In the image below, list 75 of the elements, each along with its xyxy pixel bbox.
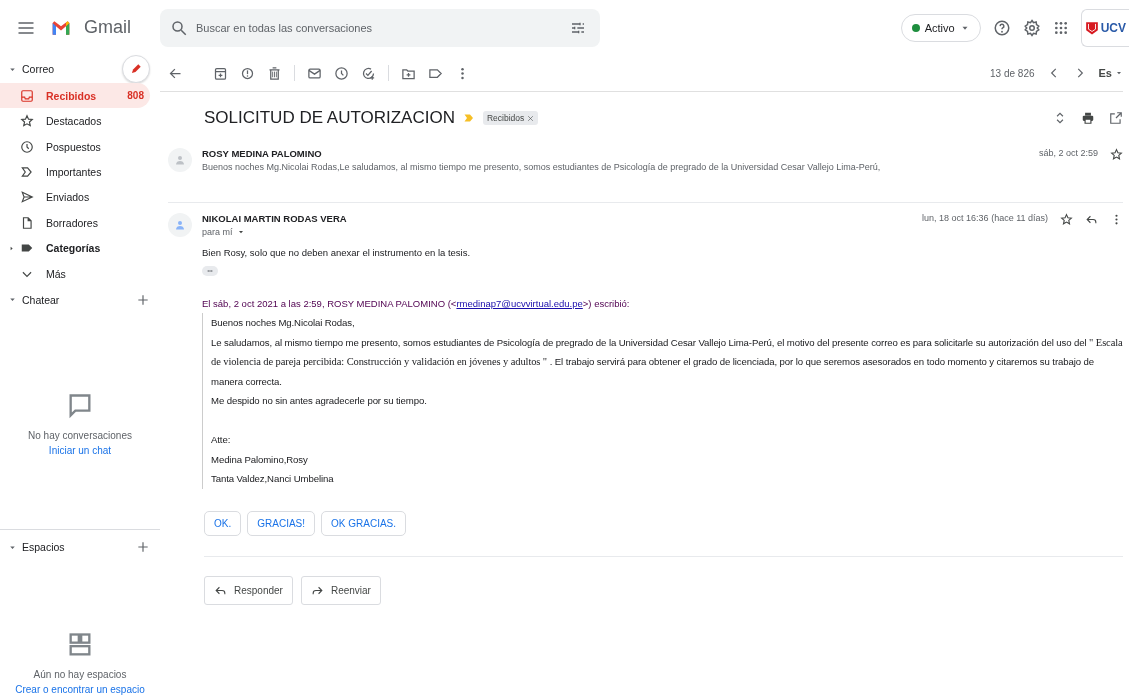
reply-button[interactable]: Responder xyxy=(204,575,293,605)
sidebar-item[interactable]: Categorías xyxy=(0,235,150,261)
app-name: Gmail xyxy=(84,17,131,38)
draft-icon xyxy=(20,215,34,230)
inbox-icon xyxy=(20,88,34,103)
quote-attribution: El sáb, 2 oct 2021 a las 2:59, ROSY MEDINA PALOMINO (<rmedinap7@ucvvirtual.edu.pe>) escribió: xyxy=(202,298,631,309)
email-subject: SOLICITUD DE AUTORIZACION xyxy=(204,108,455,128)
link[interactable]: Iniciar un chat xyxy=(48,444,112,456)
importance-marker-icon xyxy=(462,112,475,124)
quoted-paragraph: Me despido no sin antes agradecerle por su tiempo. xyxy=(211,394,428,408)
archive-icon[interactable] xyxy=(213,65,228,81)
sender-name: ROSY MEDINA PALOMINO xyxy=(202,148,323,159)
recipient-toggle[interactable]: para mí xyxy=(202,227,347,237)
quoted-paragraph: Tanta Valdez,Nanci Umbelina xyxy=(211,472,335,486)
search-field[interactable]: Buscar en todas las conversaciones xyxy=(160,8,600,47)
quoted-paragraph: Buenos noches Mg.Nicolai Rodas, xyxy=(211,316,356,330)
star-icon xyxy=(20,114,34,129)
trash-icon[interactable] xyxy=(267,65,282,81)
sidebar-item[interactable]: Destacados xyxy=(0,108,150,134)
caret-icon xyxy=(236,228,245,236)
apps-icon[interactable] xyxy=(1052,19,1069,36)
important-icon xyxy=(20,164,34,179)
sidebar-item[interactable]: Más xyxy=(0,260,150,287)
message-date: lun, 18 oct 16:36 (hace 11 días) xyxy=(922,213,1048,223)
sidebar-item[interactable]: Importantes xyxy=(0,159,150,185)
link[interactable]: Crear o encontrar un espacio xyxy=(15,684,145,695)
reply-icon[interactable] xyxy=(1085,213,1098,226)
mail-icon[interactable] xyxy=(307,65,322,81)
new-window-icon[interactable] xyxy=(1109,111,1123,125)
spam-icon[interactable] xyxy=(240,65,255,81)
person-icon xyxy=(174,219,186,231)
pagination-text: 13 de 826 xyxy=(990,67,1035,79)
caret-icon xyxy=(1115,69,1123,77)
input-language-button[interactable]: Es xyxy=(1098,67,1123,79)
label-chip[interactable]: Recibidos xyxy=(482,111,539,125)
empty-state-text: No hay conversaciones xyxy=(28,429,132,441)
sidebar-item[interactable]: Pospuestos xyxy=(0,133,150,160)
message-date: sáb, 2 oct 2:59 xyxy=(1038,148,1098,158)
status-button[interactable]: Activo xyxy=(900,13,981,42)
empty-state-text: Aún no hay espacios xyxy=(33,669,127,681)
message-snippet: Buenos noches Mg.Nicolai Rodas,Le saludamos, al mismo tiempo me presento, somos estudiantes de Psicología de pregrado de la Universidad Cesar Vallejo Lima-Perú, xyxy=(202,162,881,172)
section-toggle[interactable]: Espacios xyxy=(8,541,65,554)
section-toggle[interactable]: Chatear xyxy=(8,293,60,306)
sidebar-item[interactable]: Enviados xyxy=(0,184,150,211)
help-icon[interactable] xyxy=(992,18,1011,37)
sender-name: NIKOLAI MARTIN RODAS VERA xyxy=(202,213,347,224)
show-trimmed-content-button[interactable] xyxy=(202,266,218,276)
logo-text: UCV xyxy=(1100,20,1126,35)
star-icon[interactable] xyxy=(1060,213,1073,226)
forward-button[interactable]: Reenviar xyxy=(300,575,381,605)
clock-icon[interactable] xyxy=(334,65,349,81)
settings-icon[interactable] xyxy=(1022,18,1041,37)
remove-label-icon[interactable] xyxy=(527,114,535,122)
sidebar-item[interactable]: Borradores xyxy=(0,210,150,236)
smart-reply-button[interactable]: OK. xyxy=(204,510,242,536)
sidebar-item[interactable]: Recibidos 808 xyxy=(0,83,150,109)
print-icon[interactable] xyxy=(1081,111,1095,125)
star-icon[interactable] xyxy=(1110,148,1123,161)
send-icon xyxy=(20,190,34,205)
search-icon[interactable] xyxy=(170,18,188,37)
quoted-paragraph: Atte: xyxy=(211,433,232,447)
quoted-paragraph: Medina Palomino,Rosy xyxy=(211,452,309,467)
clock-icon xyxy=(20,139,34,154)
unread-count: 808 xyxy=(127,90,144,102)
message-body: Bien Rosy, solo que no deben anexar el instrumento en la tesis. xyxy=(202,247,472,258)
compose-button[interactable] xyxy=(122,55,150,83)
smart-reply-button[interactable]: OK GRACIAS. xyxy=(321,510,407,536)
pencil-icon xyxy=(129,62,143,76)
add-task-icon[interactable] xyxy=(361,65,376,81)
email-link[interactable]: rmedinap7@ucvvirtual.edu.pe xyxy=(456,298,583,309)
smart-reply-button[interactable]: GRACIAS! xyxy=(247,510,316,536)
organization-logo[interactable]: UCV xyxy=(1080,8,1129,47)
section-toggle[interactable]: Correo xyxy=(8,63,55,75)
person-icon xyxy=(174,154,186,166)
quoted-paragraph: Le saludamos, al mismo tiempo me presento, somos estudiantes de Psicología de pregrado de la Universidad Cesar Vallejo Lima-Perú, el motivo del presente correo es para solicitarle su autorización del uso del " Escala de violencia de pareja percibida: Construcción y validación en jóvenes y adultos " . El trabajo servirá para obtener el grado de licenciada, por lo que seremos asesorados en todo momento y citaremos su trabajo de manera correcta. xyxy=(211,335,1123,389)
